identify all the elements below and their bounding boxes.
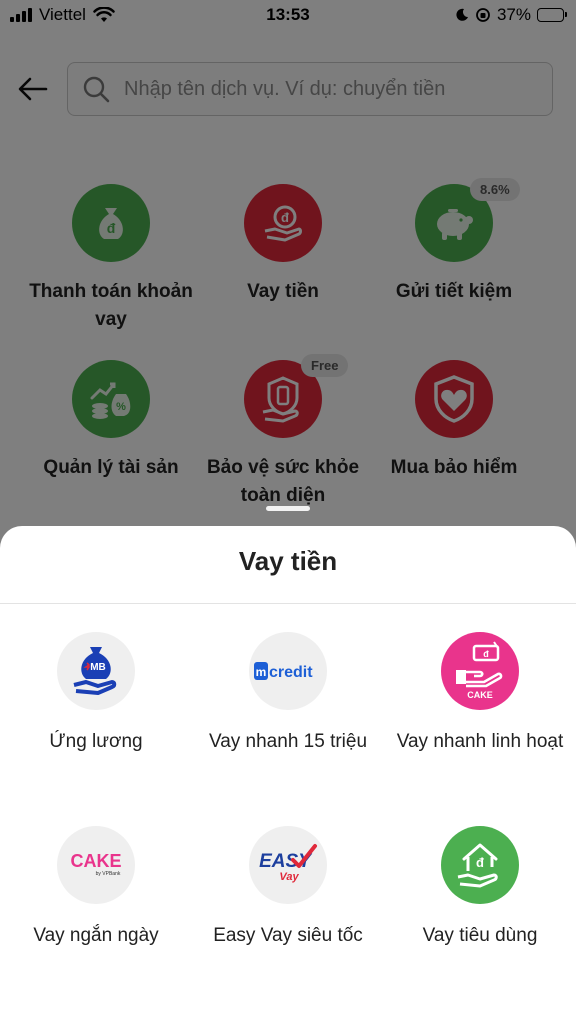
sheet-drag-handle[interactable] [266,506,310,511]
cake-vpbank-logo: CAKE by VPBank [57,826,135,904]
option-label: Vay nhanh linh hoạt [396,731,564,752]
option-label: Easy Vay siêu tốc [213,925,363,946]
cake-hand-icon: đ CAKE [441,632,519,710]
svg-text:by VPBank: by VPBank [96,871,121,877]
option-vay-ngan-ngay[interactable]: CAKE by VPBank Vay ngắn ngày [0,826,192,950]
svg-text:credit: credit [269,664,313,681]
option-label: Vay tiêu dùng [422,925,538,946]
option-vay-nhanh-15-trieu[interactable]: m credit Vay nhanh 15 triệu [192,632,384,756]
option-ung-luong[interactable]: MB Ứng lương [0,632,192,756]
option-label: Ứng lương [49,731,143,752]
divider [0,603,576,604]
option-vay-tieu-dung[interactable]: đ Vay tiêu dùng [384,826,576,950]
svg-text:đ: đ [483,649,489,659]
svg-text:MB: MB [90,662,106,673]
option-label: Vay nhanh 15 triệu [208,731,368,752]
house-hand-icon: đ [441,826,519,904]
option-easy-vay-sieu-toc[interactable]: EASY Vay Easy Vay siêu tốc [192,826,384,950]
option-vay-nhanh-linh-hoat[interactable]: đ CAKE Vay nhanh linh hoạt [384,632,576,756]
option-label: Vay ngắn ngày [33,925,159,946]
svg-text:CAKE: CAKE [467,690,493,700]
mcredit-logo: m credit [249,632,327,710]
easy-vay-logo: EASY Vay [249,826,327,904]
loan-bottom-sheet: Vay tiền MB Ứng lương m credit Vay nhanh… [0,526,576,1024]
svg-text:CAKE: CAKE [70,851,121,871]
svg-text:m: m [256,665,267,679]
sheet-title: Vay tiền [238,546,338,576]
svg-text:đ: đ [476,855,484,870]
svg-text:Vay: Vay [279,871,299,883]
mb-bag-icon: MB [57,632,135,710]
